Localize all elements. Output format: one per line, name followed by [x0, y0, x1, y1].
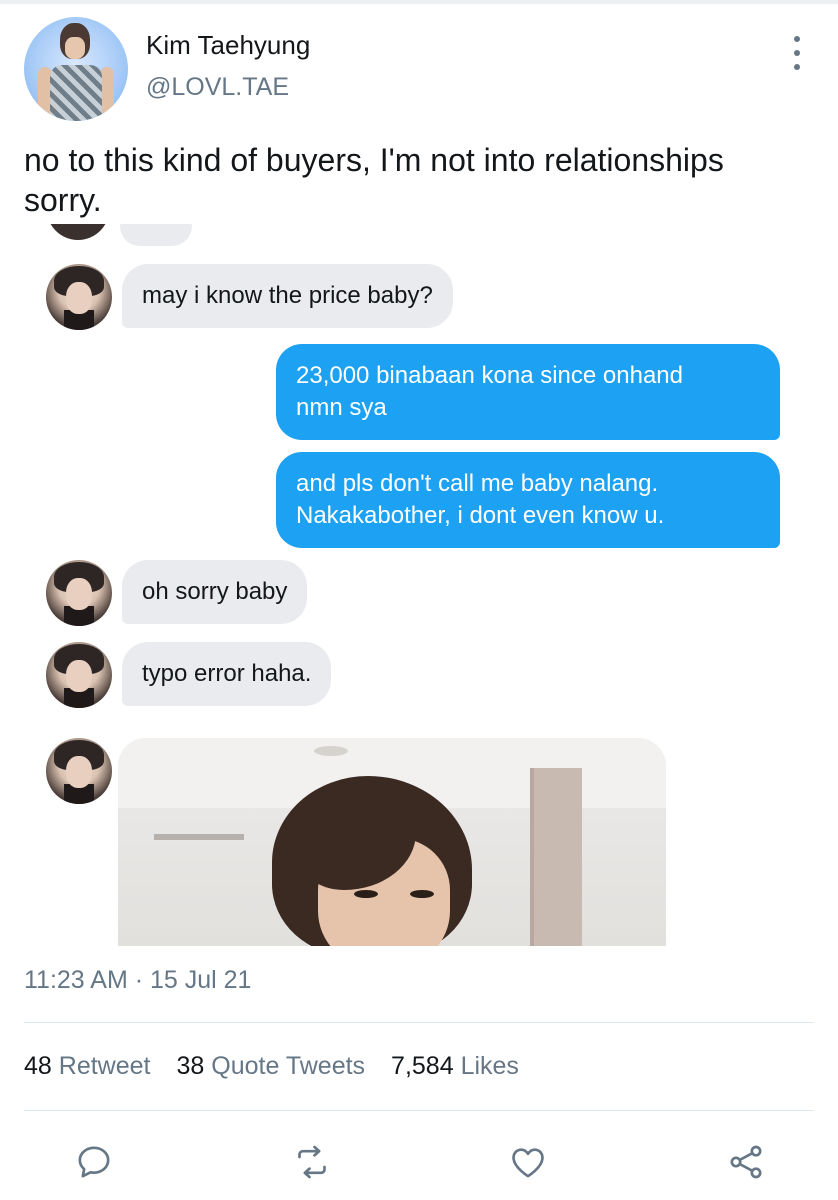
retweet-label: Retweet: [58, 1052, 151, 1080]
message-bubble-outgoing: and pls don't call me baby nalang. Nakak…: [276, 452, 780, 548]
divider: [24, 1022, 814, 1023]
like-stat[interactable]: 7,584 Likes: [391, 1052, 519, 1081]
like-label: Likes: [460, 1052, 519, 1080]
quote-stat[interactable]: 38 Quote Tweets: [176, 1052, 365, 1081]
share-button[interactable]: [722, 1138, 770, 1186]
like-button[interactable]: [504, 1138, 552, 1186]
message-bubble-incoming: typo error haha.: [122, 642, 332, 706]
engagement-stats: 48 Retweet 38 Quote Tweets 7,584 Likes: [24, 1052, 519, 1081]
sender-avatar: [46, 560, 112, 626]
tweet-timestamp[interactable]: 11:23 AM · 15 Jul 21: [24, 966, 251, 995]
like-count: 7,584: [391, 1052, 454, 1080]
message-bubble-incoming: may i know the price baby?: [122, 264, 453, 328]
sender-avatar: [46, 264, 112, 330]
more-vertical-icon[interactable]: [784, 36, 810, 70]
reply-icon: [78, 1146, 110, 1178]
author-handle[interactable]: @LOVL.TAE: [146, 73, 289, 102]
divider: [24, 1110, 814, 1111]
top-divider: [0, 0, 838, 4]
attached-screenshot[interactable]: may i know the price baby? 23,000 binaba…: [24, 224, 814, 946]
quote-count: 38: [176, 1052, 205, 1080]
tweet-text: no to this kind of buyers, I'm not into …: [24, 142, 724, 218]
retweet-stat[interactable]: 48 Retweet: [24, 1052, 150, 1081]
sender-avatar: [46, 642, 112, 708]
heart-icon: [512, 1148, 544, 1178]
retweet-icon: [298, 1145, 326, 1179]
action-bar: [0, 1134, 838, 1190]
author-display-name[interactable]: Kim Taehyung: [146, 30, 310, 61]
sender-avatar: [46, 738, 112, 804]
cropped-bubble: [120, 224, 192, 246]
author-avatar[interactable]: [24, 17, 128, 121]
message-photo: [118, 738, 666, 946]
reply-button[interactable]: [70, 1138, 118, 1186]
share-icon: [730, 1145, 762, 1179]
retweet-button[interactable]: [288, 1138, 336, 1186]
retweet-count: 48: [24, 1052, 52, 1080]
quote-label: Quote Tweets: [211, 1052, 366, 1080]
message-bubble-incoming: oh sorry baby: [122, 560, 308, 624]
cropped-avatar: [46, 224, 110, 240]
message-bubble-outgoing: 23,000 binabaan kona since onhand nmn sy…: [276, 344, 780, 440]
